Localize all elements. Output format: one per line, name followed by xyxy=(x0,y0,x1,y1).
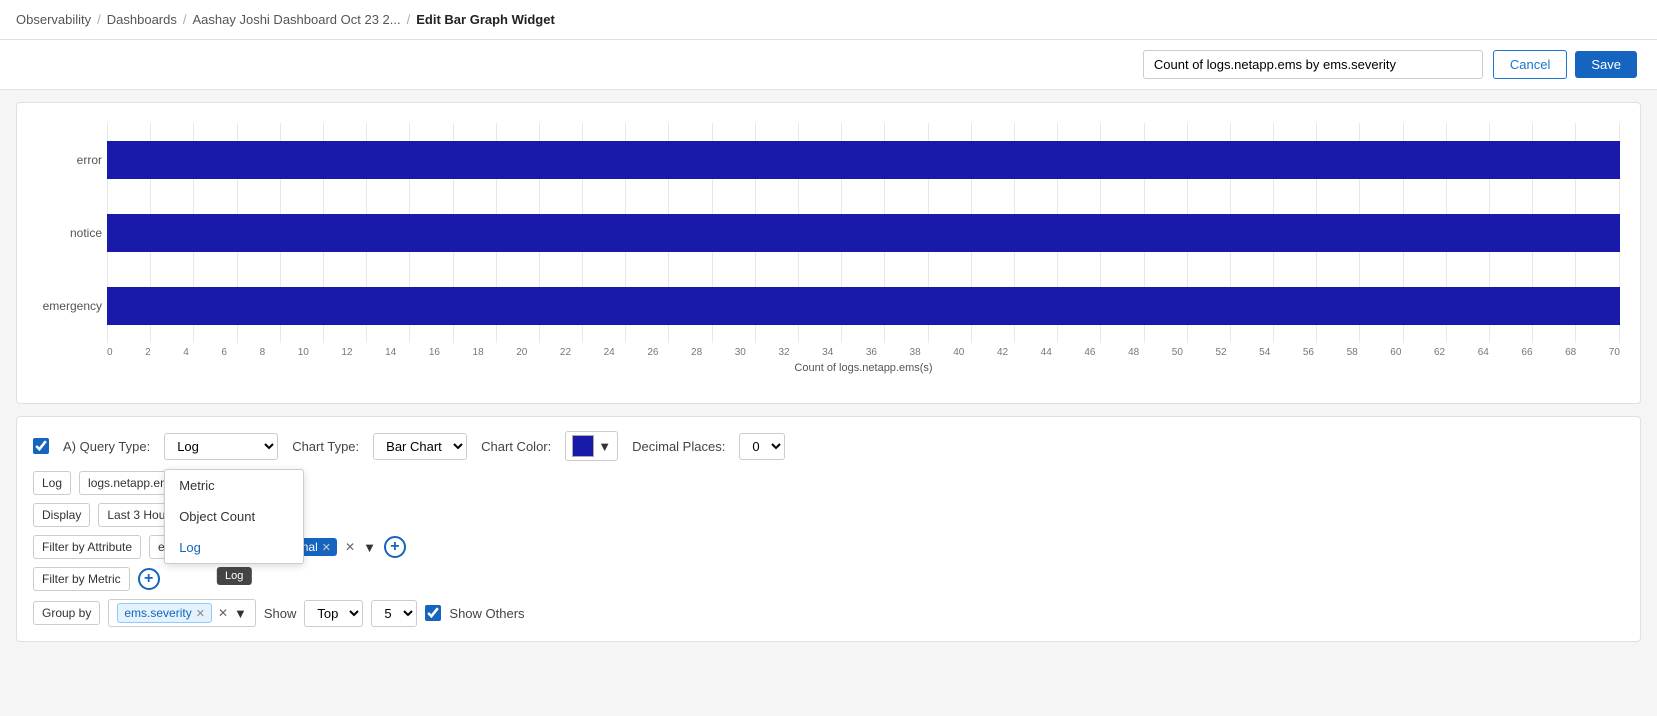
group-by-tag: ems.severity ✕ xyxy=(117,603,212,623)
group-by-field: ems.severity ✕ ✕ ▼ xyxy=(108,599,256,627)
query-type-label: A) Query Type: xyxy=(63,439,150,454)
breadcrumb-sep-1: / xyxy=(97,12,101,27)
filter-attribute-clear[interactable]: ✕ xyxy=(345,540,355,554)
dropdown-item-metric[interactable]: Metric xyxy=(165,470,303,501)
x-axis-labels: 0 2 4 6 8 10 12 14 16 18 20 22 24 26 28 … xyxy=(37,347,1620,358)
cancel-button[interactable]: Cancel xyxy=(1493,50,1567,79)
chart-area: error notice emergency 0 2 xyxy=(16,102,1641,404)
bar-fill-emergency xyxy=(107,287,1620,325)
filter-attribute-label-pill[interactable]: Filter by Attribute xyxy=(33,535,141,559)
filter-attribute-add-button[interactable]: + xyxy=(384,536,406,558)
breadcrumb-sep-3: / xyxy=(407,12,411,27)
breadcrumb: Observability / Dashboards / Aashay Josh… xyxy=(0,0,1657,40)
group-by-clear[interactable]: ✕ xyxy=(218,606,228,620)
filter-metric-label-pill[interactable]: Filter by Metric xyxy=(33,567,130,591)
bar-label-emergency: emergency xyxy=(37,299,102,313)
show-label: Show xyxy=(264,606,297,621)
show-others-checkbox[interactable] xyxy=(425,605,441,621)
config-row-5: Filter by Metric + xyxy=(33,567,1624,591)
breadcrumb-observability[interactable]: Observability xyxy=(16,12,91,27)
dropdown-item-log[interactable]: Log Log xyxy=(165,532,303,563)
bar-fill-error xyxy=(107,141,1620,179)
show-others-label: Show Others xyxy=(449,606,524,621)
decimal-places-label: Decimal Places: xyxy=(632,439,725,454)
chart-type-select[interactable]: Bar Chart xyxy=(373,433,467,460)
log-pill[interactable]: Log xyxy=(33,471,71,495)
chart-container: error notice emergency 0 2 xyxy=(37,123,1620,383)
query-type-popup: Metric Object Count Log Log xyxy=(164,469,304,564)
config-row-1: A) Query Type: Metric Object Count Log M… xyxy=(33,431,1624,461)
chart-type-label: Chart Type: xyxy=(292,439,359,454)
query-checkbox[interactable] xyxy=(33,438,49,454)
breadcrumb-current: Edit Bar Graph Widget xyxy=(416,12,555,27)
top-select[interactable]: Top xyxy=(304,600,363,627)
group-by-tag-remove[interactable]: ✕ xyxy=(196,607,205,620)
dropdown-item-objectcount[interactable]: Object Count xyxy=(165,501,303,532)
breadcrumb-dashboards[interactable]: Dashboards xyxy=(107,12,177,27)
bar-label-notice: notice xyxy=(37,226,102,240)
chart-color-label: Chart Color: xyxy=(481,439,551,454)
bar-label-error: error xyxy=(37,153,102,167)
header-bar: Count of logs.netapp.ems by ems.severity… xyxy=(0,40,1657,90)
display-label-pill[interactable]: Display xyxy=(33,503,90,527)
widget-name-input[interactable]: Count of logs.netapp.ems by ems.severity xyxy=(1143,50,1483,79)
group-by-dropdown-arrow[interactable]: ▼ xyxy=(234,606,247,621)
color-swatch xyxy=(572,435,594,457)
decimal-places-select[interactable]: 0 xyxy=(739,433,785,460)
top-value-select[interactable]: 5 xyxy=(371,600,417,627)
breadcrumb-dashboard-name[interactable]: Aashay Joshi Dashboard Oct 23 2... xyxy=(193,12,401,27)
filter-attribute-dropdown-arrow[interactable]: ▼ xyxy=(363,540,376,555)
query-type-dropdown-wrapper: Metric Object Count Log Metric Object Co… xyxy=(164,433,278,460)
x-axis-title: Count of logs.netapp.ems(s) xyxy=(37,362,1620,374)
config-row-6: Group by ems.severity ✕ ✕ ▼ Show Top 5 S… xyxy=(33,599,1624,627)
bar-fill-notice xyxy=(107,214,1620,252)
breadcrumb-sep-2: / xyxy=(183,12,187,27)
config-area: A) Query Type: Metric Object Count Log M… xyxy=(16,416,1641,642)
filter-metric-add-button[interactable]: + xyxy=(138,568,160,590)
filter-attribute-tag-remove[interactable]: ✕ xyxy=(322,541,331,554)
color-dropdown-arrow: ▼ xyxy=(598,439,611,454)
query-type-select[interactable]: Metric Object Count Log xyxy=(164,433,278,460)
group-by-label-pill[interactable]: Group by xyxy=(33,601,100,625)
save-button[interactable]: Save xyxy=(1575,51,1637,78)
tooltip-log: Log xyxy=(217,567,251,585)
chart-color-picker[interactable]: ▼ xyxy=(565,431,618,461)
